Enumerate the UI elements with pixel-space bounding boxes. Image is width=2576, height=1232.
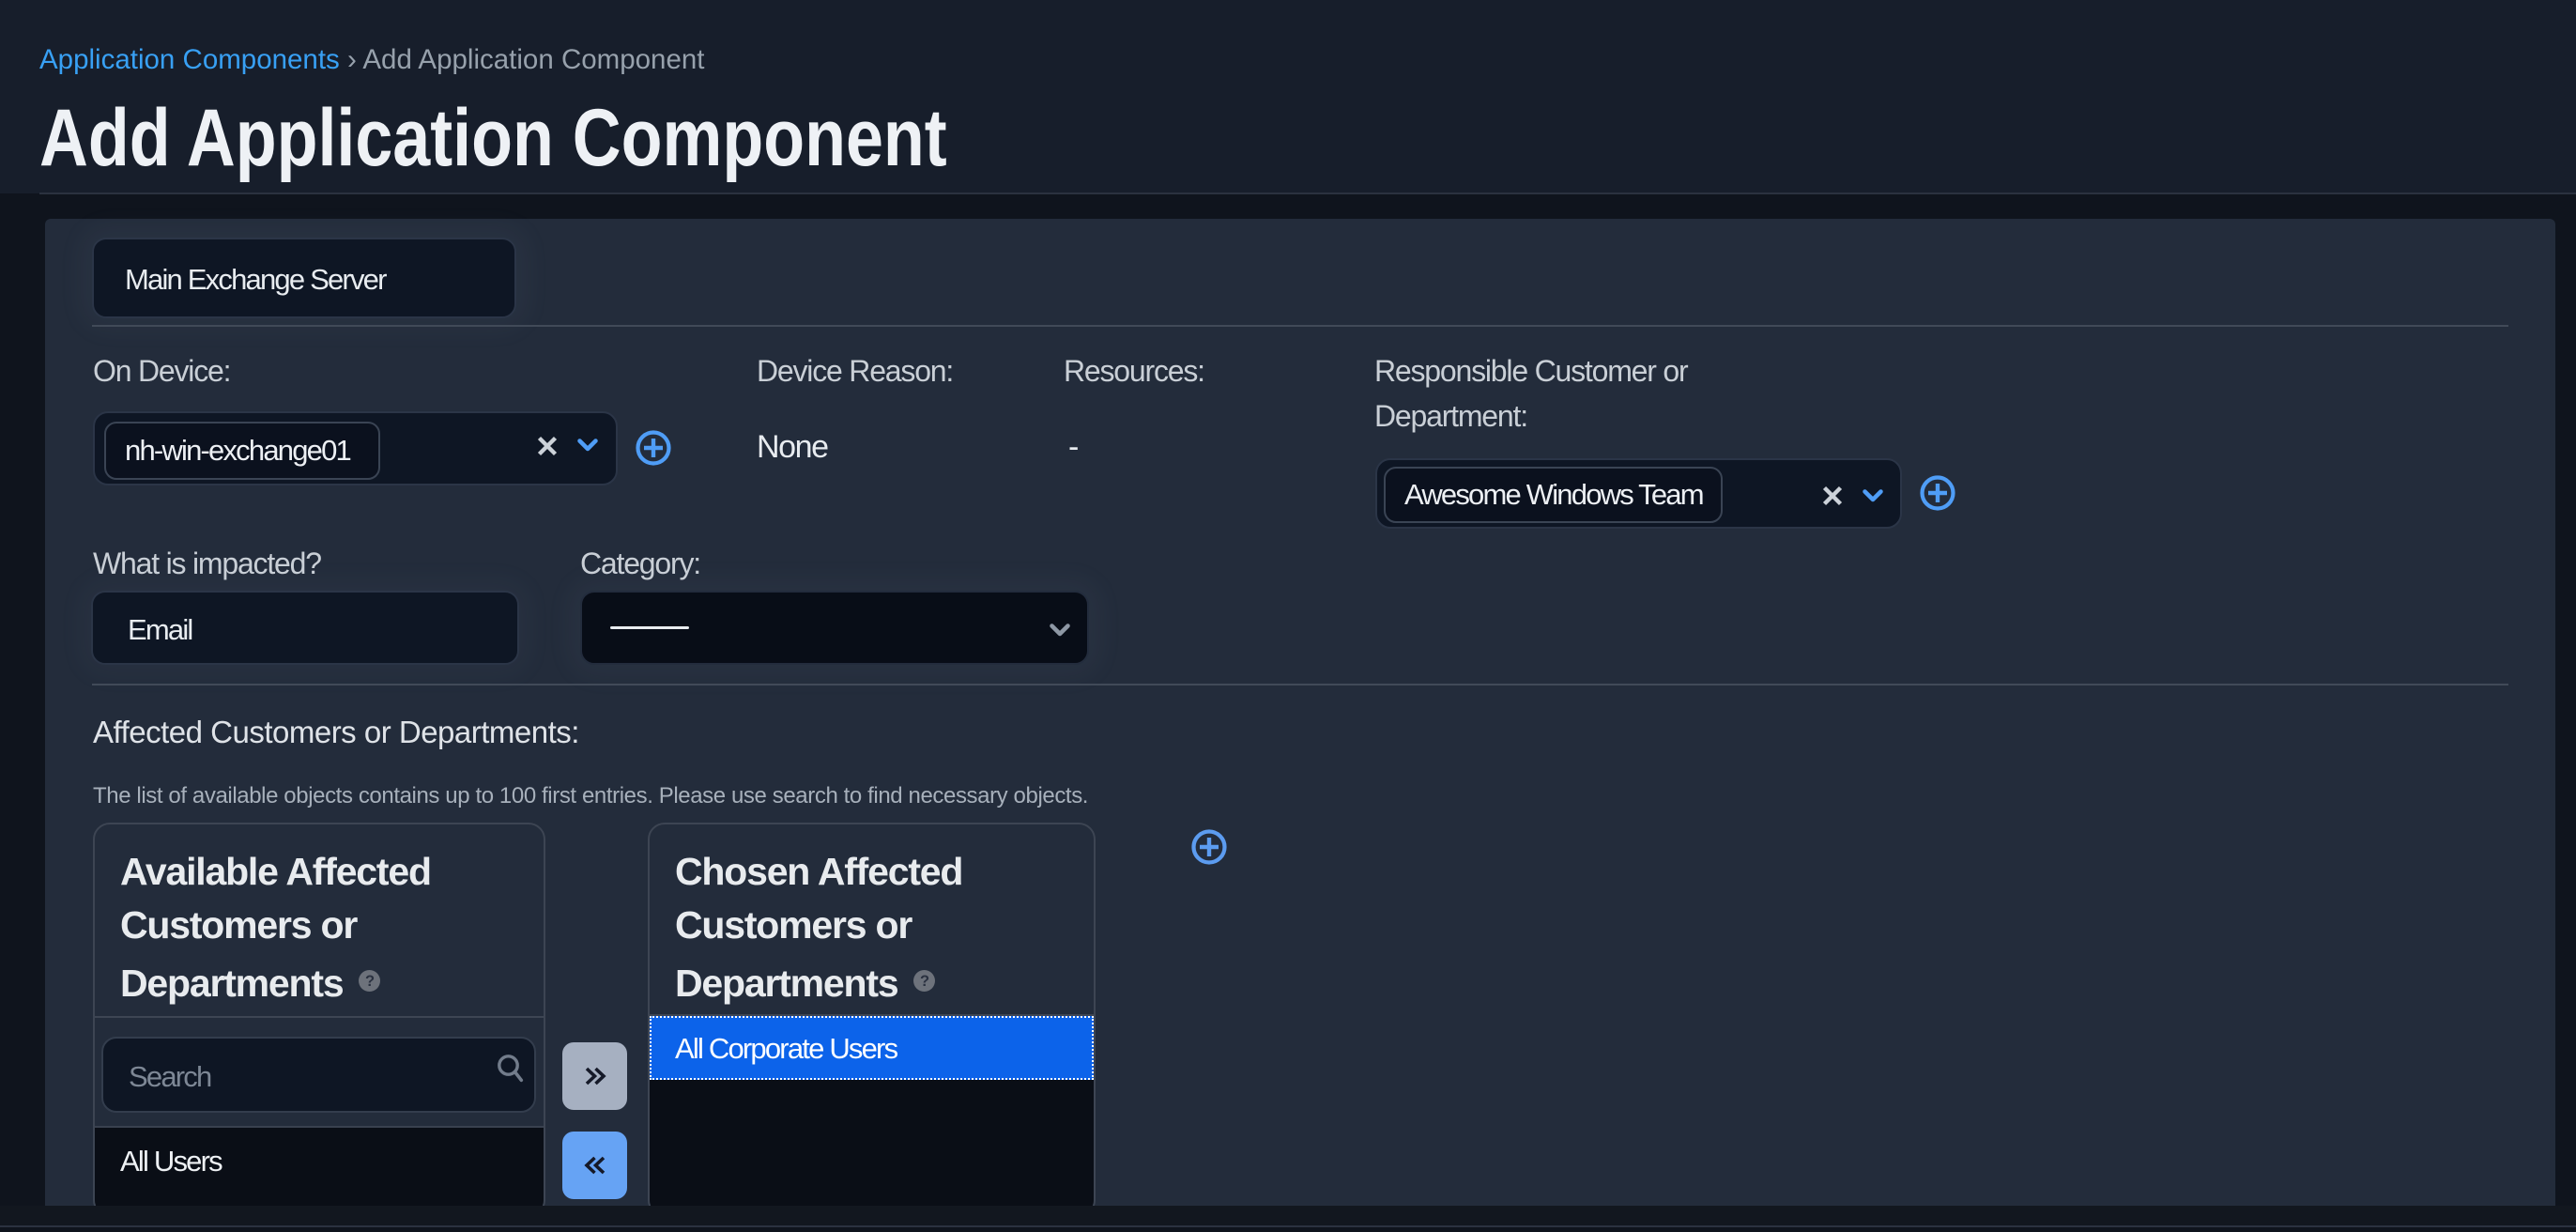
svg-text:?: ? <box>920 973 929 990</box>
svg-text:?: ? <box>365 973 375 990</box>
